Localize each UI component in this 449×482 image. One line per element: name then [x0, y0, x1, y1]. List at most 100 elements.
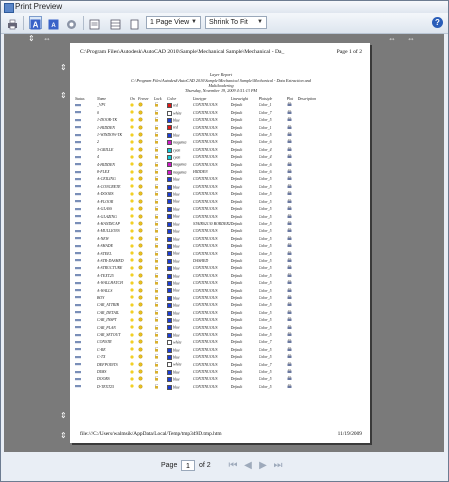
margin-handle-icon[interactable]: ⇔	[407, 35, 415, 43]
margin-handle-icon[interactable]: ⇕	[60, 64, 67, 72]
bulb-on-icon	[130, 154, 138, 161]
layer-linetype: CONTINUOUS	[193, 155, 218, 160]
printer-icon	[287, 295, 298, 302]
next-page-button[interactable]: ▶	[257, 460, 269, 472]
layer-linetype: CONTINUOUS	[193, 162, 218, 167]
layer-name: _VP1	[97, 103, 106, 108]
unlock-icon	[154, 257, 167, 265]
layer-name: A-HANDICAP	[97, 221, 120, 226]
layer-status-icon	[75, 243, 97, 250]
layer-row: C-RE blue CONTINUOUS Default Color_5	[75, 346, 365, 354]
bulb-on-icon	[130, 110, 138, 117]
layer-status-icon	[75, 273, 97, 280]
color-swatch	[167, 132, 172, 138]
color-swatch	[167, 310, 172, 316]
layer-linetype: CONTINUOUS	[193, 318, 218, 323]
printer-icon	[287, 280, 298, 287]
layer-lineweight: Default	[230, 266, 243, 271]
layer-name: CAR_ATTRIB	[97, 303, 119, 308]
last-page-button[interactable]: ⏭	[272, 460, 284, 472]
layer-color: blue	[167, 295, 193, 302]
page-label: Page	[161, 462, 178, 469]
layer-color: blue	[167, 236, 193, 243]
bulb-on-icon	[130, 280, 138, 287]
layer-color: blue	[167, 273, 193, 280]
layer-status-icon	[75, 384, 97, 391]
layer-lineweight: Default	[230, 370, 243, 375]
layer-plotstyle: Color_5	[258, 355, 272, 360]
unlock-icon	[154, 176, 167, 183]
zoom-reset-button[interactable]	[65, 16, 78, 29]
previous-page-button[interactable]: ◀	[242, 460, 254, 472]
sun-thaw-icon	[138, 302, 154, 309]
zoom-out-icon: A	[48, 19, 59, 30]
last-page-icon: ⏭	[273, 460, 283, 471]
layer-color: blue	[167, 214, 193, 221]
printer-icon	[287, 376, 298, 383]
layer-color: blue	[167, 376, 193, 383]
margin-handle-icon[interactable]: ⇕	[60, 432, 67, 440]
layer-status-icon	[75, 265, 97, 272]
printer-icon	[287, 384, 298, 391]
layer-description	[298, 258, 365, 265]
layer-plotstyle: Color_4	[258, 155, 272, 160]
first-page-button[interactable]: ⏮	[227, 460, 239, 472]
printer-icon	[287, 228, 298, 235]
columns-button[interactable]	[109, 16, 122, 30]
layer-name: DOORS	[97, 377, 110, 382]
layer-linetype: CONTINUOUS	[193, 347, 218, 352]
layer-linetype: CONTINUOUS	[193, 251, 218, 256]
layer-status-icon	[75, 162, 97, 169]
print-button[interactable]	[6, 16, 19, 30]
bulb-on-icon	[130, 317, 138, 324]
unlock-icon	[154, 339, 167, 346]
layer-color: red	[167, 102, 193, 109]
view-mode-select[interactable]: 1 Page View ▼	[146, 16, 201, 29]
margin-handle-icon[interactable]: ⇕	[60, 412, 67, 420]
layer-color: blue	[167, 280, 193, 287]
first-page-icon: ⏮	[228, 460, 238, 471]
unlock-icon	[154, 354, 167, 361]
color-swatch	[167, 206, 172, 212]
sun-thaw-icon	[138, 184, 154, 191]
layer-lineweight: Default	[230, 362, 243, 367]
unlock-icon	[154, 265, 167, 272]
layer-linetype: CONTINUOUS	[193, 229, 218, 234]
sun-thaw-icon	[138, 369, 154, 376]
zoom-value: Shrink To Fit	[209, 19, 248, 26]
zoom-in-button[interactable]: A	[29, 16, 42, 30]
zoom-out-button[interactable]: A	[47, 16, 60, 30]
single-page-button[interactable]	[128, 16, 141, 30]
printer-icon	[287, 154, 298, 161]
margin-handle-icon[interactable]: ⇔	[43, 35, 51, 43]
margin-handle-icon[interactable]: ⇕	[28, 35, 35, 43]
layer-row: A-FLOOR blue CONTINUOUS Default Color_5	[75, 198, 365, 206]
bulb-on-icon	[130, 176, 138, 183]
printer-icon	[287, 302, 298, 309]
layer-linetype: CONTINUOUS	[193, 214, 218, 219]
page-setup-button[interactable]	[88, 16, 101, 30]
sun-thaw-icon	[138, 169, 154, 176]
page-number-input[interactable]: 1	[181, 460, 195, 471]
layer-lineweight: Default	[230, 162, 243, 167]
view-mode-value: 1 Page View	[150, 19, 190, 26]
layer-lineweight: Default	[230, 281, 243, 286]
bulb-on-icon	[130, 295, 138, 302]
toolbar: A A 1 Page View ▼ Shrink To Fit ▼ ?	[1, 13, 448, 34]
layer-plotstyle: Color_5	[258, 295, 272, 300]
bulb-on-icon	[130, 273, 138, 280]
color-swatch	[167, 273, 172, 279]
sun-thaw-icon	[138, 206, 154, 213]
help-button[interactable]: ?	[432, 17, 443, 28]
preview-canvas[interactable]: ⇕ ⇔ ⇔ ⇔ ⇕ ⇕ ⇕ ⇕ C:\Program Files\Autodes…	[4, 34, 444, 452]
color-swatch	[167, 140, 172, 146]
title-bar: Print Preview	[1, 1, 448, 13]
margin-handle-icon[interactable]: ⇔	[388, 35, 396, 43]
columns-icon	[110, 19, 121, 30]
layer-row: 2 magenta CONTINUOUS Default Color_6	[75, 139, 365, 146]
zoom-select[interactable]: Shrink To Fit ▼	[205, 16, 267, 29]
layer-lineweight: Default	[230, 140, 243, 145]
margin-handle-icon[interactable]: ⇕	[60, 92, 67, 100]
bulb-on-icon	[130, 214, 138, 221]
printer-icon	[287, 132, 298, 139]
